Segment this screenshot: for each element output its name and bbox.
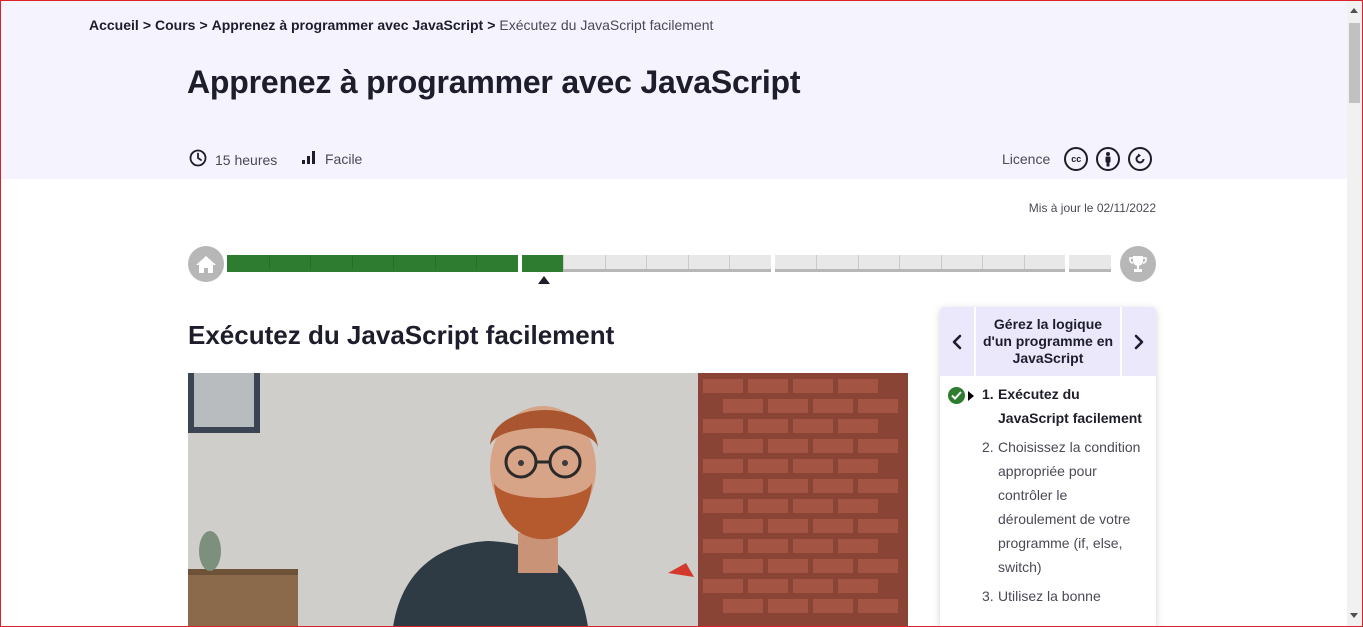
sa-share-alike-icon[interactable] xyxy=(1128,147,1153,171)
progress-part-segment[interactable] xyxy=(227,255,518,272)
scroll-up-arrow-icon[interactable] xyxy=(1350,8,1358,13)
breadcrumb-separator: > xyxy=(487,17,496,33)
clock-icon xyxy=(189,149,207,170)
breadcrumb-courses-link[interactable]: Cours xyxy=(155,17,195,33)
course-title: Apprenez à programmer avec JavaScript xyxy=(187,64,801,100)
trophy-icon xyxy=(1129,256,1147,272)
current-chapter-marker xyxy=(538,276,550,284)
course-level: Facile xyxy=(301,149,362,168)
progress-remaining xyxy=(774,255,1065,272)
progress-chapter-divider xyxy=(1023,255,1025,269)
by-attribution-icon[interactable] xyxy=(1096,147,1121,171)
part-header: Gérez la logique d'un programme en JavaS… xyxy=(940,307,1156,376)
licence-info: Licence cc xyxy=(1002,147,1153,171)
next-part-button[interactable] xyxy=(1120,307,1156,376)
licence-label: Licence xyxy=(1002,151,1051,167)
chapter-label: Utilisez la bonne xyxy=(998,588,1101,604)
breadcrumb-current: Exécutez du JavaScript facilement xyxy=(499,17,714,33)
progress-fill xyxy=(521,255,563,272)
chapter-item[interactable]: 3. Utilisez la bonne xyxy=(940,584,1156,608)
breadcrumb-course-link[interactable]: Apprenez à programmer avec JavaScript xyxy=(212,17,484,33)
current-chapter-play-icon xyxy=(968,391,974,401)
home-icon xyxy=(196,256,216,273)
chevron-right-icon xyxy=(1134,334,1144,349)
chevron-left-icon xyxy=(952,334,962,349)
progress-remaining xyxy=(563,255,771,272)
chapter-navigation-panel: Gérez la logique d'un programme en JavaS… xyxy=(940,307,1156,627)
progress-chapter-divider xyxy=(604,255,606,269)
chapter-item[interactable]: 2. Choisissez la condition appropriée po… xyxy=(940,435,1156,579)
progress-remaining xyxy=(1069,255,1111,272)
chapter-number: 3. xyxy=(982,588,994,604)
progress-chapter-divider xyxy=(351,255,353,269)
course-duration: 15 heures xyxy=(189,149,277,170)
level-label: Facile xyxy=(325,150,363,167)
trophy-progress-button[interactable] xyxy=(1120,246,1156,282)
previous-part-button[interactable] xyxy=(940,307,976,376)
chapter-number: 1. xyxy=(982,386,994,402)
progress-chapter-divider xyxy=(434,255,436,269)
progress-chapter-divider xyxy=(940,255,942,269)
breadcrumb-separator: > xyxy=(199,17,208,33)
chapter-number: 2. xyxy=(982,439,994,455)
difficulty-bars-icon xyxy=(301,149,317,168)
progress-part-segment[interactable] xyxy=(521,255,771,272)
chapter-item[interactable]: 1. Exécutez du JavaScript facilement xyxy=(940,382,1156,430)
home-progress-button[interactable] xyxy=(188,246,224,282)
progress-chapter-divider xyxy=(393,255,394,269)
video-thumbnail xyxy=(188,373,908,627)
page-scrollbar[interactable] xyxy=(1347,1,1362,626)
progress-chapter-divider xyxy=(646,255,647,269)
chapter-label: Exécutez du JavaScript facilement xyxy=(998,386,1142,426)
progress-chapter-divider xyxy=(857,255,859,269)
scroll-down-arrow-icon[interactable] xyxy=(1350,613,1358,618)
progress-chapter-divider xyxy=(687,255,689,269)
chapter-list: 1. Exécutez du JavaScript facilement 2. … xyxy=(940,376,1156,608)
cc-icon[interactable]: cc xyxy=(1064,147,1089,171)
progress-chapter-divider xyxy=(982,255,983,269)
progress-chapter-divider xyxy=(729,255,730,269)
chapter-title: Exécutez du JavaScript facilement xyxy=(188,320,615,350)
progress-chapter-divider xyxy=(899,255,900,269)
breadcrumb-home-link[interactable]: Accueil xyxy=(89,17,139,33)
progress-chapter-divider xyxy=(268,255,270,269)
progress-fill xyxy=(227,255,518,272)
scrollbar-thumb[interactable] xyxy=(1349,23,1360,103)
progress-part-segment[interactable] xyxy=(1069,255,1111,272)
chapter-label: Choisissez la condition appropriée pour … xyxy=(998,439,1141,575)
progress-chapter-divider xyxy=(563,255,564,269)
breadcrumb-separator: > xyxy=(142,17,151,33)
progress-chapter-divider xyxy=(816,255,817,269)
progress-chapter-divider xyxy=(310,255,311,269)
breadcrumb: Accueil > Cours > Apprenez à programmer avec… xyxy=(89,17,713,33)
part-title[interactable]: Gérez la logique d'un programme en JavaS… xyxy=(976,307,1120,376)
last-updated: Mis à jour le 02/11/2022 xyxy=(1028,201,1156,215)
progress-chapter-divider xyxy=(476,255,477,269)
progress-part-segment[interactable] xyxy=(774,255,1065,272)
duration-label: 15 heures xyxy=(215,151,278,168)
course-header: Accueil > Cours > Apprenez à programmer avec… xyxy=(1,1,1347,179)
completed-check-icon xyxy=(948,387,965,404)
video-player[interactable] xyxy=(188,373,908,627)
